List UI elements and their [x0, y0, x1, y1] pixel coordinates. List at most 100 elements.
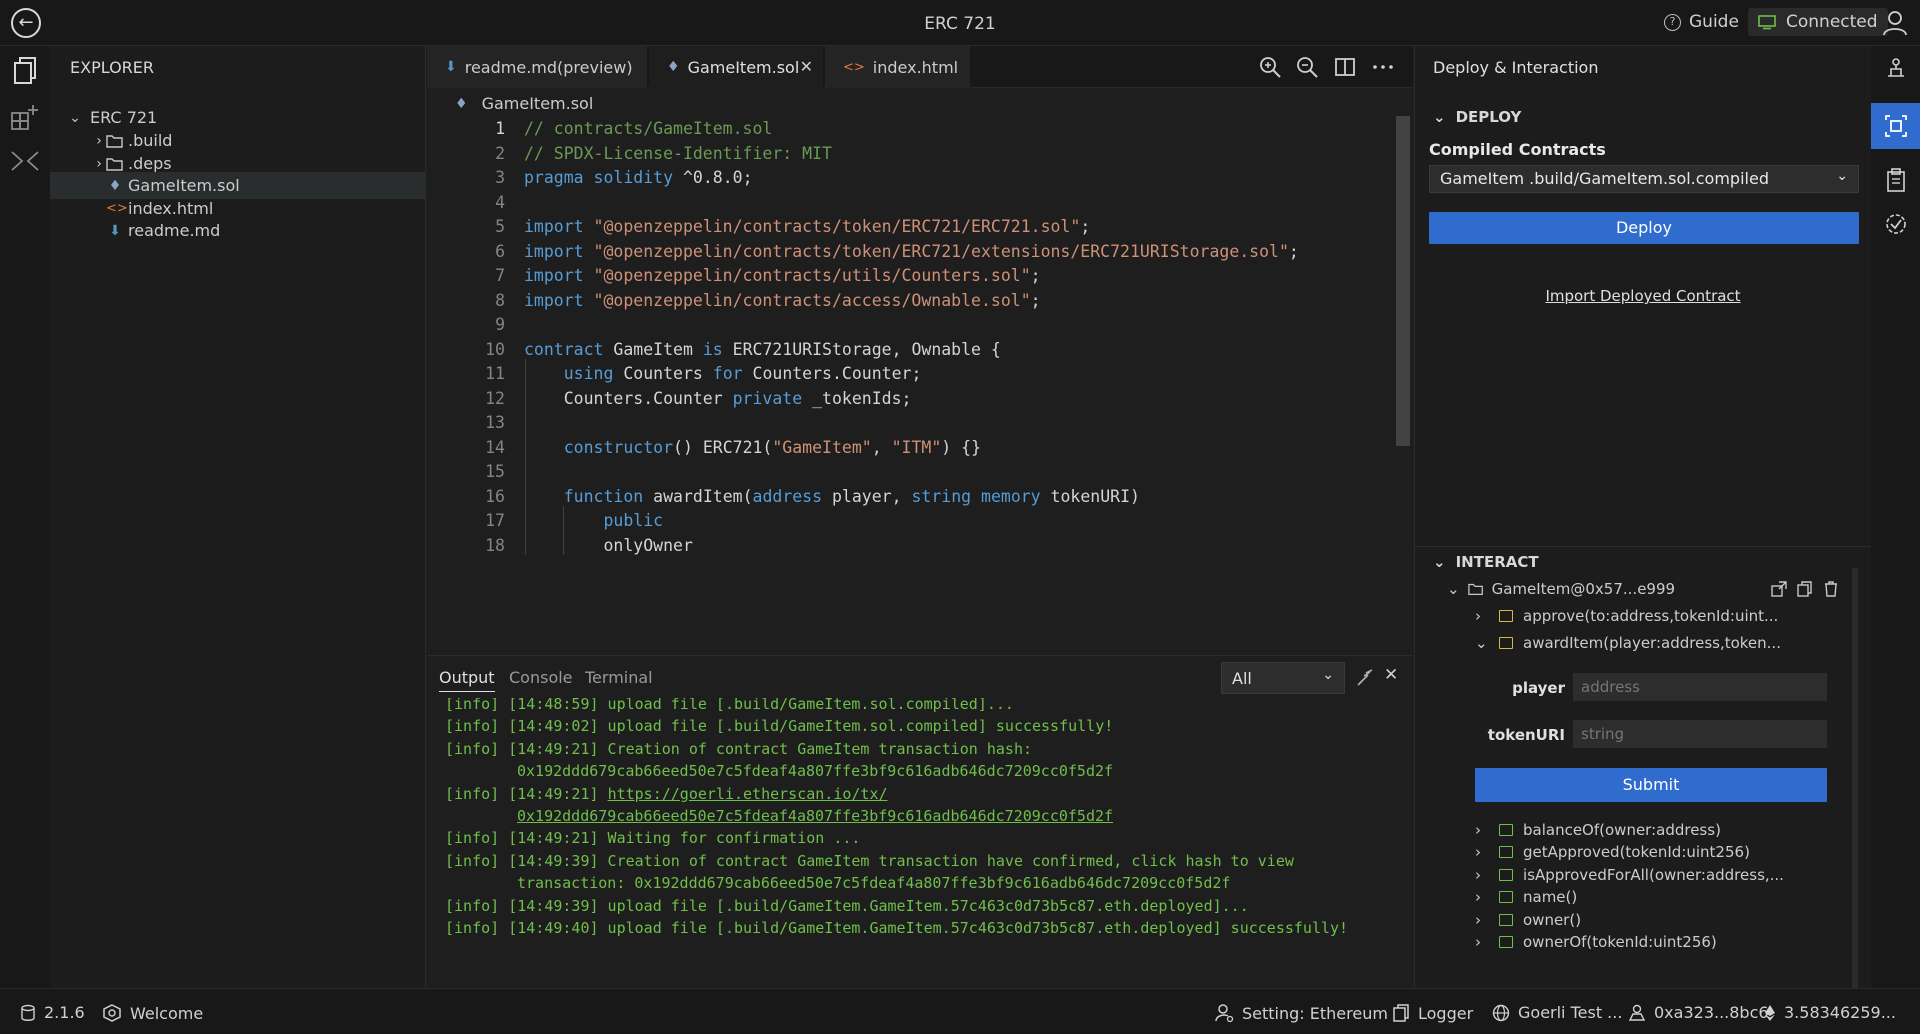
code-editor: ⬇ readme.md(preview) ♦ GameItem.sol ✕ <>… — [427, 46, 1413, 655]
connection-status-button[interactable]: Connected — [1748, 8, 1888, 36]
log-text: [info] [14:48:59] upload file [.build/Ga… — [445, 698, 1014, 713]
function-label: getApproved(tokenId:uint256) — [1523, 843, 1750, 862]
welcome-label: Welcome — [130, 1003, 204, 1023]
files-icon[interactable] — [8, 54, 42, 88]
log-text: [info] [14:49:21] — [445, 784, 608, 803]
explorer-sidebar: EXPLORER ⌄ ERC 721 › .build › .deps ♦ Ga… — [50, 46, 426, 988]
function-row[interactable]: › ownerOf(tokenId:uint256) — [1475, 929, 1717, 955]
clear-output-icon[interactable] — [1356, 667, 1376, 687]
zoom-in-icon[interactable] — [1257, 54, 1283, 80]
deploy-section-title: DEPLOY — [1455, 108, 1522, 126]
tab-terminal[interactable]: Terminal — [585, 668, 653, 687]
deploy-button[interactable]: Deploy — [1429, 212, 1859, 244]
copy-icon[interactable] — [1796, 580, 1814, 598]
import-deployed-contract-link[interactable]: Import Deployed Contract — [1415, 287, 1871, 305]
extensions-icon[interactable] — [8, 100, 42, 134]
indent-guide — [525, 359, 526, 555]
log-line: [info] [14:49:39] Creation of contract G… — [445, 849, 1294, 873]
tree-item-readme-md[interactable]: ⬇ readme.md — [50, 217, 426, 244]
output-log: [info] [14:48:59] upload file [.build/Ga… — [445, 698, 1405, 988]
read-function-icon — [1499, 891, 1513, 904]
verified-badge-icon[interactable] — [1871, 201, 1920, 247]
network-item[interactable]: Goerli Test ... — [1492, 1003, 1622, 1022]
deploy-icon[interactable] — [1871, 103, 1920, 149]
close-panel-icon[interactable]: ✕ — [1384, 665, 1398, 685]
indent-guide — [563, 506, 564, 555]
logger-item[interactable]: Logger — [1392, 1003, 1473, 1023]
back-arrow-icon[interactable]: ← — [11, 8, 41, 38]
solidity-file-icon: ♦ — [455, 95, 468, 112]
zoom-out-icon[interactable] — [1294, 54, 1320, 80]
close-icon[interactable]: ✕ — [800, 57, 813, 76]
log-line: [info] [14:49:39] upload file [.build/Ga… — [445, 894, 1249, 918]
more-icon[interactable] — [1370, 54, 1396, 80]
compiled-contracts-select[interactable]: GameItem .build/GameItem.sol.compiled ⌄ — [1429, 165, 1859, 193]
function-label: balanceOf(owner:address) — [1523, 821, 1721, 839]
tab-console[interactable]: Console — [509, 668, 573, 687]
chevron-right-icon: › — [1475, 910, 1481, 929]
param-input-tokenuri[interactable] — [1573, 720, 1827, 748]
tree-root-label: ERC 721 — [90, 108, 158, 127]
tab-index-html[interactable]: <> index.html — [825, 46, 971, 88]
user-icon[interactable] — [1881, 9, 1909, 37]
breadcrumb-file[interactable]: GameItem.sol — [482, 94, 594, 113]
log-line: [info] [14:48:59] upload file [.build/Ga… — [445, 698, 1014, 716]
account-item[interactable]: 0xa323...8bc6 — [1628, 1003, 1769, 1022]
log-line: [info] [14:49:21] https://goerli.ethersc… — [445, 782, 888, 806]
title-bar: ← ERC 721 ? Guide Connected — [0, 0, 1920, 46]
chevron-right-icon: › — [96, 155, 102, 172]
contract-instance[interactable]: ⌄ GameItem@0x57...e999 — [1447, 576, 1675, 602]
code-area[interactable]: 1// contracts/GameItem.sol 2// SPDX-Licen… — [427, 114, 1387, 655]
read-function-icon — [1499, 868, 1513, 881]
chevron-down-icon: ⌄ — [1836, 168, 1848, 184]
welcome-item[interactable]: Welcome — [102, 1003, 203, 1023]
deploy-panel-title: Deploy & Interaction — [1433, 58, 1599, 77]
function-awarditem[interactable]: ⌄ awardItem(player:address,token... — [1475, 630, 1781, 656]
clipboard-icon[interactable] — [1871, 157, 1920, 203]
logger-label: Logger — [1418, 1003, 1474, 1023]
user-settings-icon — [1215, 1004, 1234, 1023]
code-line[interactable]: 18 onlyOwner — [427, 531, 1387, 561]
interact-scrollbar[interactable] — [1852, 568, 1858, 988]
log-line: 0x192ddd679cab66eed50e7c5fdeaf4a807ffe3b… — [517, 759, 1113, 783]
tab-readme-preview[interactable]: ⬇ readme.md(preview) — [427, 46, 648, 88]
editor-tabs: ⬇ readme.md(preview) ♦ GameItem.sol ✕ <>… — [427, 46, 1413, 88]
tab-output[interactable]: Output — [439, 668, 495, 692]
compare-icon[interactable] — [8, 144, 42, 178]
submit-button[interactable]: Submit — [1475, 768, 1827, 802]
tab-gameitem-sol[interactable]: ♦ GameItem.sol ✕ — [649, 46, 824, 88]
log-text: 0x192ddd679cab66eed50e7c5fdeaf4a807ffe3b… — [517, 762, 1114, 781]
network-label: Goerli Test ... — [1518, 1003, 1623, 1022]
function-approve[interactable]: › approve(to:address,tokenId:uint... — [1475, 603, 1778, 629]
split-editor-icon[interactable] — [1332, 54, 1358, 80]
function-label: awardItem(player:address,token... — [1523, 634, 1781, 652]
function-label: approve(to:address,tokenId:uint... — [1523, 607, 1779, 625]
deploy-section-header[interactable]: ⌄ DEPLOY — [1433, 108, 1521, 126]
log-text: [info] [14:49:02] upload file [.build/Ga… — [445, 717, 1114, 736]
balance-item[interactable]: 3.58346259... — [1764, 1003, 1896, 1022]
log-link[interactable]: https://goerli.etherscan.io/tx/ — [608, 785, 888, 803]
help-circle-icon: ? — [1664, 13, 1681, 31]
globe-icon — [1492, 1004, 1510, 1021]
code-text: onlyOwner — [524, 535, 693, 555]
editor-scrollbar[interactable] — [1396, 116, 1410, 446]
interact-section-header[interactable]: ⌄ INTERACT — [1433, 553, 1539, 571]
guide-button[interactable]: ? Guide — [1664, 12, 1739, 32]
log-filter-select[interactable]: All ⌄ — [1221, 662, 1345, 694]
version-item[interactable]: 2.1.6 — [20, 1003, 85, 1022]
open-external-icon[interactable] — [1770, 580, 1788, 598]
setting-item[interactable]: Setting: Ethereum — [1214, 1003, 1388, 1023]
guide-label: Guide — [1689, 12, 1739, 32]
read-function-icon — [1499, 846, 1513, 859]
log-link[interactable]: 0x192ddd679cab66eed50e7c5fdeaf4a807ffe3b… — [517, 807, 1113, 825]
html-file-icon: <> — [106, 201, 128, 216]
tree-item-label: index.html — [128, 199, 214, 218]
window-title: ERC 721 — [924, 14, 996, 34]
trash-icon[interactable] — [1822, 580, 1840, 598]
param-input-player[interactable] — [1573, 673, 1827, 701]
log-text: [info] [14:49:39] upload file [.build/Ga… — [445, 896, 1249, 915]
account-icon — [1628, 1004, 1646, 1021]
compiler-icon[interactable] — [1871, 46, 1920, 92]
chevron-down-icon: ⌄ — [69, 109, 81, 126]
chevron-right-icon: › — [1475, 888, 1481, 907]
